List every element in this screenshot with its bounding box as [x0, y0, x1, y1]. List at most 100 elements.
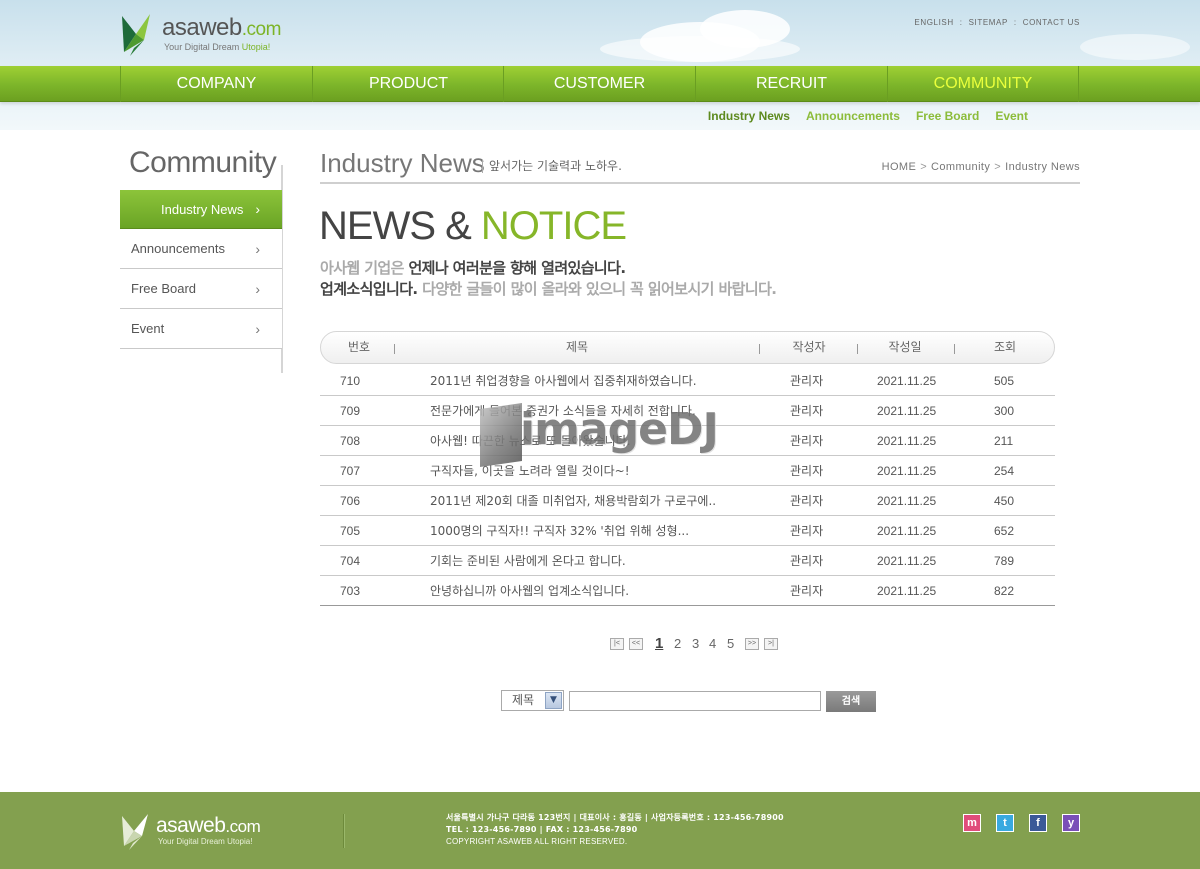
breadcrumb-home[interactable]: HOME: [882, 161, 917, 173]
page-number[interactable]: 5: [727, 636, 734, 651]
gnb-item-recruit[interactable]: RECRUIT: [695, 66, 887, 102]
sidebar-item-industry-news[interactable]: Industry News ›: [120, 190, 282, 229]
header-separator: [857, 344, 858, 354]
sidebar-item-announcements[interactable]: Announcements ›: [120, 229, 282, 269]
page-number[interactable]: 2: [674, 636, 681, 651]
breadcrumb-separator-icon: >: [994, 161, 1002, 173]
cell-title-link[interactable]: 전문가에게 들어본 증권가 소식들을 자세히 전합니다.: [430, 396, 760, 426]
gnb-item-community[interactable]: COMMUNITY: [887, 66, 1079, 102]
sidebar-menu: Industry News › Announcements › Free Boa…: [120, 190, 282, 349]
gnb-item-company[interactable]: COMPANY: [120, 66, 312, 102]
cell-date: 2021.11.25: [877, 524, 937, 538]
cell-title-link[interactable]: 기회는 준비된 사람에게 온다고 합니다.: [430, 546, 760, 576]
sidebar-item-event[interactable]: Event ›: [120, 309, 282, 349]
column-header-writer: 작성자: [792, 340, 826, 354]
cell-no: 706: [340, 494, 361, 508]
page-subtitle: 앞서가는 기술력과 노하우.: [482, 160, 622, 173]
header-separator: [394, 344, 395, 354]
cell-views: 652: [994, 524, 1015, 538]
page-number-current[interactable]: 1: [655, 635, 663, 652]
chevron-right-icon: ›: [255, 201, 260, 217]
me2day-icon[interactable]: m: [963, 814, 981, 832]
util-link-contact[interactable]: CONTACT US: [1023, 18, 1080, 27]
cell-title-link[interactable]: 2011년 취업경향을 아사웹에서 집중취재하였습니다.: [430, 366, 760, 396]
cell-title-link[interactable]: 2011년 제20회 대졸 미취업자, 채용박람회가 구로구에..: [430, 486, 760, 516]
cell-writer: 관리자: [790, 494, 824, 508]
last-page-icon[interactable]: >|: [764, 638, 778, 650]
subnav-item-announcements[interactable]: Announcements: [806, 109, 900, 123]
table-row: 706 2011년 제20회 대졸 미취업자, 채용박람회가 구로구에.. 관리…: [320, 486, 1055, 516]
cell-views: 450: [994, 494, 1015, 508]
chevron-right-icon: ›: [255, 241, 260, 257]
intro-line1-light: 아사웹 기업은: [320, 259, 409, 277]
cloud-decoration: [1080, 34, 1190, 60]
cell-title-link[interactable]: 안녕하십니까 아사웹의 업계소식입니다.: [430, 576, 760, 606]
breadcrumb-current: Industry News: [1005, 161, 1080, 173]
cell-writer: 관리자: [790, 524, 824, 538]
prev-page-icon[interactable]: <<: [629, 638, 643, 650]
intro-line1-dark: 언제나 여러분을 향해 열려있습니다.: [408, 259, 626, 277]
separator: :: [959, 18, 963, 27]
board-header: 번호 제목 작성자 작성일 조회: [320, 331, 1055, 364]
search-field-select[interactable]: 제목 ▼: [501, 690, 564, 711]
util-link-english[interactable]: ENGLISH: [914, 18, 953, 27]
header-separator: [954, 344, 955, 354]
logo-brand: asaweb: [162, 14, 242, 41]
footer-logo[interactable]: asaweb.com Your Digital Dream Utopia!: [120, 812, 320, 852]
table-row: 703 안녕하십니까 아사웹의 업계소식입니다. 관리자 2021.11.25 …: [320, 576, 1055, 606]
cell-writer: 관리자: [790, 554, 824, 568]
next-page-icon[interactable]: >>: [745, 638, 759, 650]
chevron-right-icon: ›: [255, 321, 260, 337]
intro-line2-dark: 업계소식입니다.: [320, 280, 423, 298]
logo-tagline-accent: Utopia!: [241, 42, 271, 52]
hero-heading-green: NOTICE: [480, 204, 627, 248]
cell-writer: 관리자: [790, 404, 824, 418]
cell-views: 254: [994, 464, 1015, 478]
subnav-item-free-board[interactable]: Free Board: [916, 109, 979, 123]
column-header-views: 조회: [993, 340, 1017, 354]
search-input[interactable]: [569, 691, 821, 711]
cell-no: 705: [340, 524, 361, 538]
page-number[interactable]: 4: [709, 636, 716, 651]
subnav-item-event[interactable]: Event: [995, 109, 1028, 123]
search-button[interactable]: 검색: [826, 691, 876, 712]
breadcrumb-community[interactable]: Community: [931, 161, 990, 173]
first-page-icon[interactable]: |<: [610, 638, 624, 650]
table-row: 704 기회는 준비된 사람에게 온다고 합니다. 관리자 2021.11.25…: [320, 546, 1055, 576]
cell-writer: 관리자: [790, 584, 824, 598]
site-logo[interactable]: asaweb.com Your Digital Dream Utopia!: [120, 12, 300, 58]
sidebar-item-free-board[interactable]: Free Board ›: [120, 269, 282, 309]
cell-title-link[interactable]: 아사웹! 따끈한 뉴스로 또 돌아왔습니다.: [430, 426, 760, 456]
cell-date: 2021.11.25: [877, 374, 937, 388]
board-list: 710 2011년 취업경향을 아사웹에서 집중취재하였습니다. 관리자 202…: [320, 366, 1055, 606]
cell-title-link[interactable]: 1000명의 구직자!! 구직자 32% '취업 위해 성형...: [430, 516, 760, 546]
twitter-icon[interactable]: t: [996, 814, 1014, 832]
hero-heading-dark: NEWS &: [319, 204, 481, 248]
separator: :: [1013, 18, 1017, 27]
footer-contact: TEL : 123-456-7890 | FAX : 123-456-7890: [446, 825, 638, 834]
cell-title-link[interactable]: 구직자들, 이곳을 노려라 열릴 것이다~!: [430, 456, 760, 486]
util-link-sitemap[interactable]: SITEMAP: [969, 18, 1008, 27]
logo-tagline: Your Digital Dream: [164, 42, 242, 52]
intro-line2-light: 다양한 글들이 많이 올라와 있으니 꼭 읽어보시기 바랍니다.: [422, 280, 777, 298]
yozm-icon[interactable]: y: [1062, 814, 1080, 832]
cell-date: 2021.11.25: [877, 554, 937, 568]
cell-writer: 관리자: [790, 434, 824, 448]
sidebar-item-label: Industry News: [161, 202, 244, 217]
select-value: 제목: [512, 693, 535, 707]
facebook-icon[interactable]: f: [1029, 814, 1047, 832]
title-divider: [320, 182, 1080, 184]
cell-no: 707: [340, 464, 361, 478]
cell-date: 2021.11.25: [877, 434, 937, 448]
footer-logo-tagline: Your Digital Dream Utopia!: [158, 837, 253, 846]
page-number[interactable]: 3: [692, 636, 699, 651]
logo-mark-icon: [122, 14, 150, 56]
cell-views: 505: [994, 374, 1015, 388]
intro-text: 아사웹 기업은 언제나 여러분을 향해 열려있습니다. 업계소식입니다. 다양한…: [320, 258, 777, 300]
sub-nav: Industry News Announcements Free Board Even…: [692, 109, 1028, 123]
gnb-item-customer[interactable]: CUSTOMER: [503, 66, 695, 102]
subnav-item-industry-news[interactable]: Industry News: [708, 109, 790, 123]
column-header-no: 번호: [347, 340, 371, 354]
gnb-item-product[interactable]: PRODUCT: [312, 66, 504, 102]
table-row: 708 아사웹! 따끈한 뉴스로 또 돌아왔습니다. 관리자 2021.11.2…: [320, 426, 1055, 456]
